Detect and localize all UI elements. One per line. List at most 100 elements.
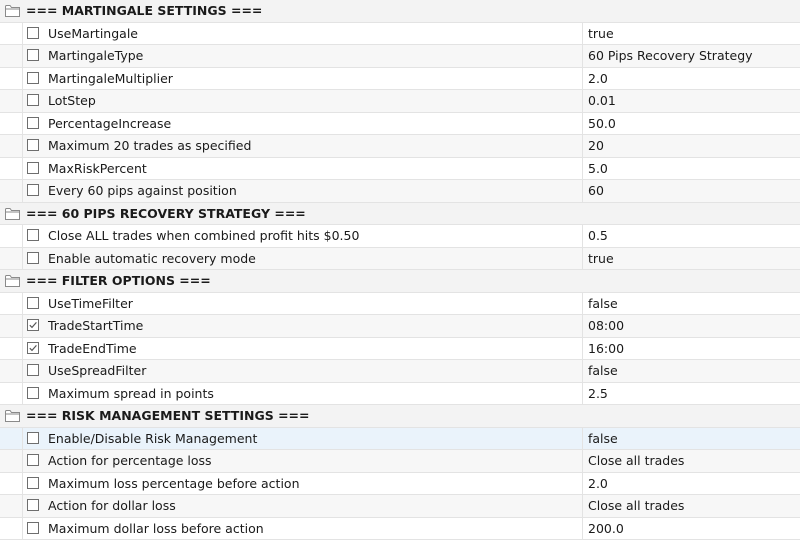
parameter-row[interactable]: MartingaleMultiplier 2.0 (0, 67, 800, 90)
section-header-row[interactable]: === FILTER OPTIONS === (0, 270, 800, 293)
column-divider (582, 157, 583, 179)
column-divider (582, 45, 583, 67)
parameter-value[interactable]: 5.0 (588, 158, 608, 180)
checkbox-icon[interactable] (27, 71, 39, 84)
parameter-row[interactable]: Maximum dollar loss before action 200.0 (0, 517, 800, 540)
checkbox-icon[interactable] (27, 184, 39, 196)
parameter-row[interactable]: Maximum 20 trades as specified 20 (0, 135, 800, 158)
section-header-row[interactable]: === 60 PIPS RECOVERY STRATEGY === (0, 202, 800, 225)
section-title: === 60 PIPS RECOVERY STRATEGY === (26, 205, 306, 221)
parameter-row[interactable]: Close ALL trades when combined profit hi… (0, 225, 800, 248)
column-divider (22, 247, 23, 269)
checkbox-icon[interactable] (27, 139, 39, 151)
parameter-row[interactable]: TradeEndTime 16:00 (0, 337, 800, 360)
column-divider (22, 112, 23, 134)
column-divider (582, 360, 583, 382)
parameter-value[interactable]: true (588, 23, 614, 45)
parameter-value[interactable]: 0.01 (588, 90, 616, 112)
folder-icon[interactable] (5, 4, 20, 17)
parameter-value[interactable]: 60 Pips Recovery Strategy (588, 45, 753, 67)
parameter-name: UseMartingale (48, 25, 138, 41)
column-divider (582, 225, 583, 247)
parameter-value[interactable]: 0.5 (588, 225, 608, 247)
parameter-value[interactable]: 50.0 (588, 113, 616, 135)
parameter-name: Enable/Disable Risk Management (48, 430, 258, 446)
checkbox-icon[interactable] (27, 499, 39, 511)
parameter-name: MartingaleMultiplier (48, 70, 173, 86)
checkbox-icon[interactable] (27, 161, 39, 174)
parameter-row[interactable]: TradeStartTime 08:00 (0, 315, 800, 338)
parameter-name: Action for percentage loss (48, 453, 212, 468)
section-header-row[interactable]: === RISK MANAGEMENT SETTINGS === (0, 405, 800, 428)
parameter-value[interactable]: 2.0 (588, 68, 608, 90)
column-divider (582, 427, 583, 449)
section-header-row[interactable]: === MARTINGALE SETTINGS === (0, 0, 800, 23)
checkbox-icon[interactable] (27, 229, 39, 241)
section-title: === RISK MANAGEMENT SETTINGS === (26, 408, 310, 423)
checkbox-checked-icon[interactable] (27, 319, 39, 331)
parameter-value[interactable]: true (588, 248, 614, 270)
column-divider (582, 337, 583, 359)
parameter-row[interactable]: Enable/Disable Risk Management false (0, 427, 800, 450)
parameter-name: PercentageIncrease (48, 115, 172, 131)
parameter-row[interactable]: Enable automatic recovery mode true (0, 247, 800, 270)
parameter-value[interactable]: Close all trades (588, 450, 684, 472)
checkbox-checked-icon[interactable] (27, 341, 39, 354)
parameter-row[interactable]: UseMartingale true (0, 22, 800, 45)
parameters-grid: === MARTINGALE SETTINGS === UseMartingale… (0, 0, 800, 540)
parameter-row[interactable]: LotStep 0.01 (0, 90, 800, 113)
parameter-row[interactable]: Every 60 pips against position 60 (0, 180, 800, 203)
parameter-row[interactable]: UseTimeFilter false (0, 292, 800, 315)
parameter-name: Maximum 20 trades as specified (48, 138, 252, 153)
folder-icon[interactable] (5, 409, 20, 422)
column-divider (582, 112, 583, 134)
folder-icon[interactable] (5, 207, 20, 220)
section-title: === MARTINGALE SETTINGS === (26, 3, 263, 18)
parameter-value[interactable]: 16:00 (588, 338, 624, 360)
parameter-row[interactable]: PercentageIncrease 50.0 (0, 112, 800, 135)
parameter-row[interactable]: Maximum spread in points 2.5 (0, 382, 800, 405)
checkbox-icon[interactable] (27, 431, 39, 444)
parameter-row[interactable]: UseSpreadFilter false (0, 360, 800, 383)
checkbox-icon[interactable] (27, 296, 39, 309)
checkbox-icon[interactable] (27, 26, 39, 39)
column-divider (582, 450, 583, 472)
checkbox-icon[interactable] (27, 251, 39, 264)
checkbox-icon[interactable] (27, 116, 39, 129)
folder-icon[interactable] (5, 274, 20, 287)
parameter-row[interactable]: Maximum loss percentage before action 2.0 (0, 472, 800, 495)
parameter-value[interactable]: 200.0 (588, 518, 624, 540)
column-divider (582, 292, 583, 314)
column-divider (22, 495, 23, 517)
parameter-name: MaxRiskPercent (48, 160, 147, 176)
parameter-name: Every 60 pips against position (48, 183, 237, 198)
checkbox-icon[interactable] (27, 521, 39, 534)
checkbox-icon[interactable] (27, 454, 39, 466)
parameter-value[interactable]: false (588, 360, 618, 382)
parameter-value[interactable]: Close all trades (588, 495, 684, 517)
parameter-row[interactable]: MaxRiskPercent 5.0 (0, 157, 800, 180)
parameter-name: UseSpreadFilter (48, 363, 147, 378)
column-divider (582, 315, 583, 337)
column-divider (22, 292, 23, 314)
parameter-name: Maximum loss percentage before action (48, 475, 300, 491)
checkbox-icon[interactable] (27, 94, 39, 106)
column-divider (22, 382, 23, 404)
parameter-value[interactable]: 60 (588, 180, 604, 202)
checkbox-icon[interactable] (27, 476, 39, 489)
parameter-name: Action for dollar loss (48, 498, 176, 513)
parameter-row[interactable]: MartingaleType 60 Pips Recovery Strategy (0, 45, 800, 68)
parameter-value[interactable]: false (588, 428, 618, 450)
parameter-row[interactable]: Action for percentage loss Close all trad… (0, 450, 800, 473)
parameter-value[interactable]: 2.5 (588, 383, 608, 405)
column-divider (582, 180, 583, 202)
column-divider (22, 225, 23, 247)
parameter-value[interactable]: false (588, 293, 618, 315)
parameter-value[interactable]: 08:00 (588, 315, 624, 337)
checkbox-icon[interactable] (27, 364, 39, 376)
parameter-value[interactable]: 20 (588, 135, 604, 157)
checkbox-icon[interactable] (27, 386, 39, 399)
parameter-row[interactable]: Action for dollar loss Close all trades (0, 495, 800, 518)
checkbox-icon[interactable] (27, 49, 39, 61)
parameter-value[interactable]: 2.0 (588, 473, 608, 495)
